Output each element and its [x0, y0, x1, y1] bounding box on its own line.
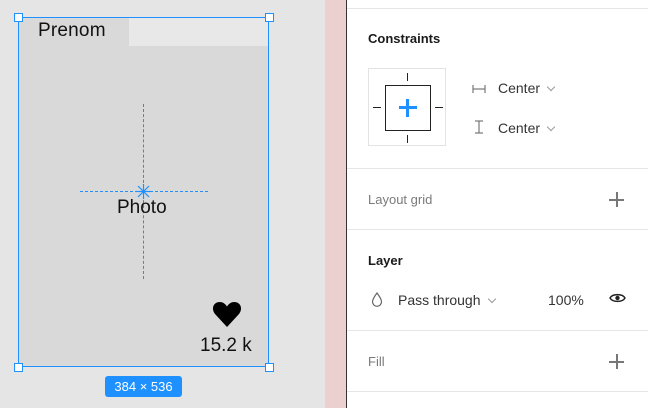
layer-title: Layer: [368, 253, 403, 268]
resize-handle-bottom-left[interactable]: [14, 363, 23, 372]
chevron-down-icon: [546, 122, 556, 132]
left-constraint-tick[interactable]: [373, 107, 381, 108]
resize-handle-top-left[interactable]: [14, 13, 23, 22]
section-divider: [347, 229, 648, 230]
canvas-edge-strip: [325, 0, 346, 408]
dimensions-badge: 384 × 536: [105, 376, 182, 397]
add-fill-icon[interactable]: [609, 354, 624, 369]
eye-icon[interactable]: [609, 292, 626, 304]
fill-title: Fill: [368, 354, 385, 369]
horizontal-constraint-icon: [472, 85, 486, 93]
like-count: 15.2 k: [200, 335, 252, 356]
blend-mode-dropdown[interactable]: Pass through: [398, 292, 496, 308]
resize-handle-bottom-right[interactable]: [265, 363, 274, 372]
layer-opacity-input[interactable]: 100%: [548, 292, 584, 308]
center-constraint-icon[interactable]: [399, 99, 417, 117]
vertical-constraint-icon: [475, 120, 483, 134]
section-divider: [347, 8, 648, 9]
photo-label: Photo: [117, 197, 167, 218]
properties-panel: Constraints Center Center Layout grid La…: [347, 0, 648, 408]
resize-handle-top-right[interactable]: [265, 13, 274, 22]
heart-icon[interactable]: [212, 300, 242, 328]
add-layout-grid-icon[interactable]: [609, 192, 624, 207]
section-divider: [347, 168, 648, 169]
vertical-constraint-dropdown[interactable]: Center: [498, 120, 556, 136]
bottom-constraint-tick[interactable]: [407, 135, 408, 143]
layout-grid-title: Layout grid: [368, 192, 433, 207]
constraints-widget[interactable]: [368, 68, 446, 146]
right-constraint-tick[interactable]: [435, 107, 443, 108]
vertical-constraint-value: Center: [498, 120, 541, 136]
top-constraint-tick[interactable]: [407, 73, 408, 81]
blend-mode-drop-icon: [371, 292, 383, 307]
card-name-text: Prenom: [38, 20, 106, 41]
section-divider: [347, 330, 648, 331]
chevron-down-icon: [487, 294, 496, 304]
chevron-down-icon: [546, 82, 556, 92]
horizontal-constraint-dropdown[interactable]: Center: [498, 80, 556, 96]
section-divider: [347, 391, 648, 392]
horizontal-constraint-value: Center: [498, 80, 541, 96]
constraints-title: Constraints: [368, 31, 441, 46]
blend-mode-value: Pass through: [398, 292, 481, 308]
